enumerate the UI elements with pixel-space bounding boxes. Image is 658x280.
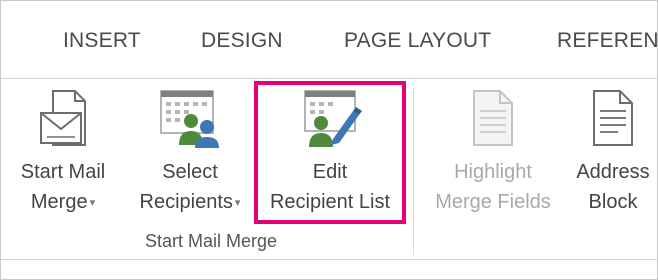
chevron-down-icon: ▾ <box>234 196 241 209</box>
tab-page-layout[interactable]: PAGE LAYOUT <box>344 29 491 53</box>
highlight-merge-fields-icon <box>473 90 513 146</box>
tab-design[interactable]: DESIGN <box>201 29 283 53</box>
highlight-merge-fields-button[interactable]: Highlight Merge Fields <box>423 79 563 229</box>
envelope-document-icon <box>40 90 86 146</box>
address-block-label-line1: Address <box>576 161 650 183</box>
edit-recipient-list-icon <box>304 90 362 147</box>
edit-recipient-list-button[interactable]: Edit Recipient List <box>257 79 403 229</box>
edit-recipient-list-label-line1: Edit <box>312 161 348 183</box>
ribbon-tab-bar: INSERT DESIGN PAGE LAYOUT REFERENCES <box>1 1 657 81</box>
select-recipients-icon <box>160 90 219 148</box>
select-recipients-label-line2: Recipients ▾ <box>125 187 255 218</box>
highlight-merge-fields-label-line1: Highlight <box>454 161 532 183</box>
select-recipients-label-line1: Select <box>162 161 218 183</box>
ribbon-body: Start Mail Merge ▾ Select Recipients ▾ E… <box>1 79 657 259</box>
address-block-label-line2: Block <box>588 191 638 213</box>
tab-references[interactable]: REFERENCES <box>557 29 657 53</box>
start-mail-merge-group-label: Start Mail Merge <box>144 231 278 251</box>
highlight-merge-fields-label-line2: Merge Fields <box>435 191 551 213</box>
select-recipients-label-text: Recipients <box>139 191 233 213</box>
chevron-down-icon: ▾ <box>89 196 96 209</box>
start-mail-merge-label-text: Merge <box>30 191 88 213</box>
word-ribbon-window: INSERT DESIGN PAGE LAYOUT REFERENCES Sta… <box>0 0 658 280</box>
ribbon-bottom-divider <box>1 259 657 260</box>
start-mail-merge-label-line1: Start Mail <box>20 161 106 183</box>
ribbon-group-divider <box>413 87 414 255</box>
start-mail-merge-label-line2: Merge ▾ <box>3 187 123 218</box>
edit-recipient-list-label-line2: Recipient List <box>269 191 391 213</box>
address-block-icon <box>593 90 633 146</box>
select-recipients-button[interactable]: Select Recipients ▾ <box>125 79 255 229</box>
tab-insert[interactable]: INSERT <box>63 29 141 53</box>
address-block-button[interactable]: Address Block <box>567 79 657 229</box>
start-mail-merge-button[interactable]: Start Mail Merge ▾ <box>3 79 123 229</box>
